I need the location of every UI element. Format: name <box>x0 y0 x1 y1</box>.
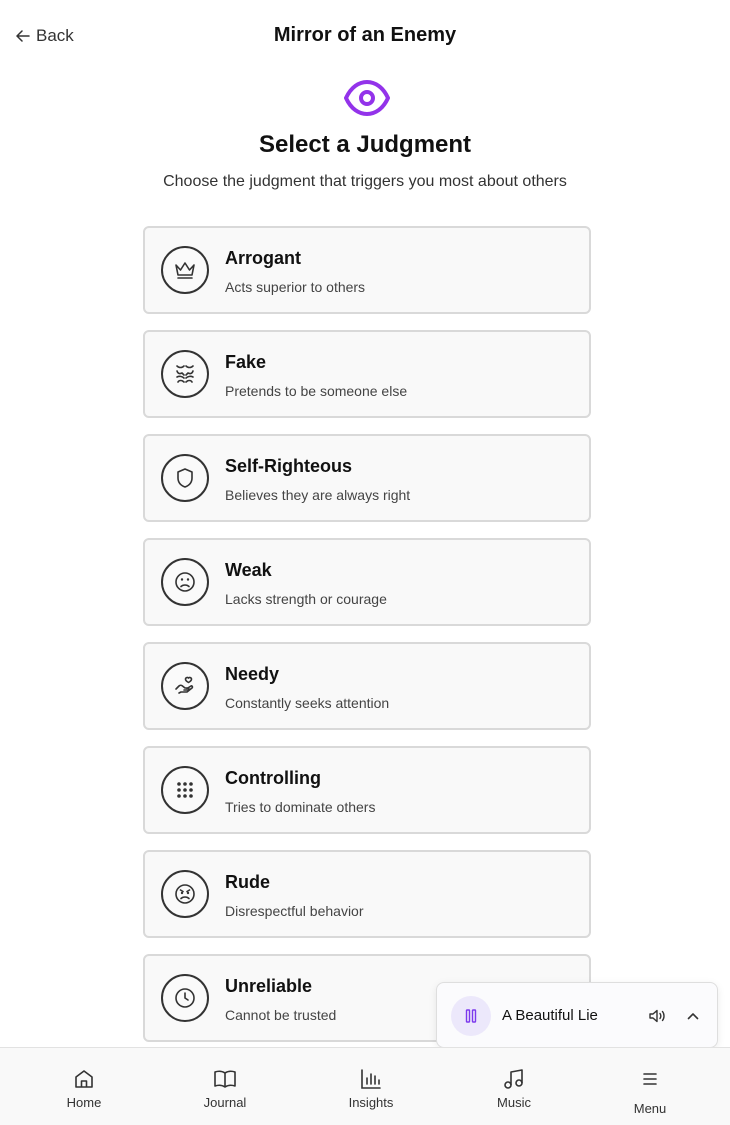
shield-icon <box>161 454 209 502</box>
judgment-label: Rude <box>225 872 270 892</box>
judgment-label: Self-Righteous <box>225 456 353 476</box>
section-subheading: Choose the judgment that triggers you mo… <box>163 173 567 190</box>
judgment-description: Acts superior to others <box>225 279 366 295</box>
grip-icon <box>161 766 209 814</box>
nav-label: Journal <box>203 1095 247 1110</box>
bar-chart-icon <box>361 1069 381 1089</box>
page-title: Mirror of an Enemy <box>273 24 457 46</box>
nav-item-music[interactable]: Music <box>484 1048 544 1125</box>
nav-label: Menu <box>633 1101 667 1116</box>
judgment-description: Cannot be trusted <box>225 1007 337 1023</box>
nav-label: Insights <box>348 1095 394 1110</box>
judgment-card-arrogant[interactable]: Arrogant Acts superior to others <box>143 226 591 314</box>
nav-item-insights[interactable]: Insights <box>341 1048 401 1125</box>
volume-icon[interactable] <box>648 1007 666 1025</box>
mask-icon <box>161 350 209 398</box>
judgment-label: Unreliable <box>225 976 313 996</box>
judgment-label: Arrogant <box>225 248 301 268</box>
clock-icon <box>161 974 209 1022</box>
judgment-card-rude[interactable]: Rude Disrespectful behavior <box>143 850 591 938</box>
book-icon <box>214 1070 236 1088</box>
nav-label: Home <box>66 1095 102 1110</box>
judgment-card-self-righteous[interactable]: Self-Righteous Believes they are always … <box>143 434 591 522</box>
nav-item-menu[interactable]: Menu <box>620 1048 680 1125</box>
judgment-description: Constantly seeks attention <box>225 695 390 711</box>
judgment-description: Disrespectful behavior <box>225 903 364 919</box>
judgment-label: Needy <box>225 664 280 684</box>
angry-icon <box>161 870 209 918</box>
judgment-card-controlling[interactable]: Controlling Tries to dominate others <box>143 746 591 834</box>
judgment-label: Weak <box>225 560 272 580</box>
eye-icon <box>344 80 390 116</box>
crown-icon <box>161 246 209 294</box>
music-icon <box>504 1069 523 1089</box>
judgment-card-needy[interactable]: Needy Constantly seeks attention <box>143 642 591 730</box>
home-icon <box>75 1070 93 1088</box>
pause-icon <box>465 1009 477 1023</box>
bottom-nav: Home Journal Insights Music Menu <box>0 1047 730 1125</box>
judgment-list: Arrogant Acts superior to others Fake Pr… <box>143 226 591 1058</box>
header: Back Mirror of an Enemy <box>0 0 730 72</box>
nav-label: Music <box>497 1095 531 1110</box>
hand-heart-icon <box>161 662 209 710</box>
pause-button[interactable] <box>451 996 491 1036</box>
menu-icon <box>643 1073 657 1085</box>
song-title: A Beautiful Lie <box>502 1007 598 1024</box>
judgment-description: Lacks strength or courage <box>225 591 387 607</box>
judgment-card-fake[interactable]: Fake Pretends to be someone else <box>143 330 591 418</box>
section-heading: Select a Judgment <box>258 131 472 158</box>
judgment-label: Controlling <box>225 768 321 788</box>
nav-item-home[interactable]: Home <box>54 1048 114 1125</box>
music-player: A Beautiful Lie <box>436 982 718 1048</box>
judgment-card-weak[interactable]: Weak Lacks strength or courage <box>143 538 591 626</box>
judgment-label: Fake <box>225 352 267 372</box>
judgment-description: Pretends to be someone else <box>225 383 408 399</box>
chevron-up-icon[interactable] <box>685 1008 701 1024</box>
nav-item-journal[interactable]: Journal <box>195 1048 255 1125</box>
judgment-description: Tries to dominate others <box>225 799 376 815</box>
judgment-description: Believes they are always right <box>225 487 411 503</box>
frown-icon <box>161 558 209 606</box>
